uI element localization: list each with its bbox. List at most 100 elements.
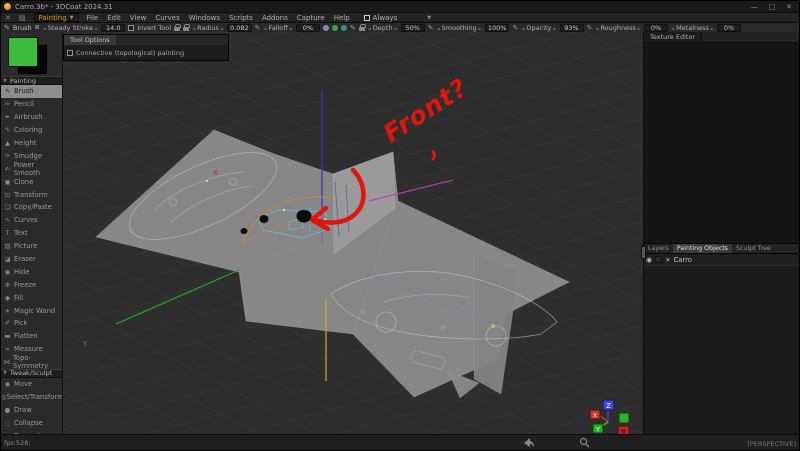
opacity-param[interactable]: Opacity bbox=[521, 24, 556, 32]
section-header-painting[interactable]: ▼Painting bbox=[1, 76, 62, 85]
tool-transform[interactable]: ⊡Transform bbox=[1, 188, 62, 201]
tab-painting-objects[interactable]: Painting Objects bbox=[673, 244, 732, 253]
back-arrow-icon[interactable] bbox=[523, 437, 535, 448]
viewport[interactable]: Tool Options Connective (topological) pa… bbox=[63, 32, 643, 434]
channel-color-icon[interactable] bbox=[332, 25, 338, 31]
collapse-caret-icon: ▼ bbox=[3, 370, 7, 376]
tab-sculpt-tree[interactable]: Sculpt Tree bbox=[732, 244, 775, 253]
metalness-param[interactable]: Metalness bbox=[671, 24, 714, 32]
pen-pressure-icon[interactable]: ✎ bbox=[428, 24, 434, 32]
object-row-carro[interactable]: ◉ ✕ Carro bbox=[644, 254, 799, 266]
tab-layers[interactable]: Layers bbox=[644, 244, 673, 253]
tool-eraser[interactable]: ◪Eraser bbox=[1, 253, 62, 266]
tool-collapse[interactable]: ◌Collapse bbox=[1, 416, 62, 429]
tool-brush[interactable]: ✎Brush bbox=[1, 85, 62, 98]
invert-tool-checkbox[interactable] bbox=[128, 25, 134, 31]
tool-power-smooth[interactable]: ✍Power Smooth bbox=[1, 162, 62, 175]
menu-item-curves[interactable]: Curves bbox=[155, 14, 179, 22]
collapse-icon: ◌ bbox=[1, 419, 14, 427]
tool-fill[interactable]: ◆Fill bbox=[1, 291, 62, 304]
tool-draw[interactable]: ●Draw bbox=[1, 403, 62, 416]
lock-closed-icon[interactable] bbox=[183, 27, 189, 31]
pen-pressure-icon[interactable]: ✎ bbox=[255, 24, 261, 32]
tool-flatten[interactable]: ▬Flatten bbox=[1, 330, 62, 343]
tool-curves[interactable]: ∿Curves bbox=[1, 214, 62, 227]
pen-pressure-icon[interactable]: ✎ bbox=[350, 24, 356, 32]
object-name: Carro bbox=[674, 256, 692, 264]
document-icon[interactable]: ▤ bbox=[19, 14, 26, 22]
opacity-value[interactable]: 93% bbox=[560, 24, 584, 32]
lock-open-icon[interactable] bbox=[174, 27, 180, 31]
close-button[interactable]: ✕ bbox=[786, 3, 792, 11]
tool-clone[interactable]: ▣Clone bbox=[1, 175, 62, 188]
panel-splitter-handle[interactable] bbox=[641, 246, 646, 259]
x-icon[interactable]: ✕ bbox=[665, 256, 670, 264]
menu-item-file[interactable]: File bbox=[87, 14, 99, 22]
tool-text[interactable]: TText bbox=[1, 227, 62, 240]
room-select-label: Painting bbox=[39, 14, 67, 22]
menu-item-addons[interactable]: Addons bbox=[262, 14, 288, 22]
room-select[interactable]: Painting ▼ bbox=[34, 13, 79, 22]
menu-item-scripts[interactable]: Scripts bbox=[229, 14, 253, 22]
steady-stroke-icon[interactable]: ⊠ bbox=[35, 24, 40, 31]
axis-y-label: Y bbox=[82, 340, 88, 348]
tool-topo-symmetry[interactable]: ⋈Topo-Symmetry bbox=[1, 356, 62, 369]
tool-airbrush[interactable]: ✒Airbrush bbox=[1, 111, 62, 124]
section-header-tweak-sculpt[interactable]: ▼Tweak/Sculpt bbox=[1, 369, 62, 378]
menu-item-capture[interactable]: Capture bbox=[297, 14, 325, 22]
visibility-eye-icon[interactable]: ◉ bbox=[646, 256, 652, 264]
menu-item-help[interactable]: Help bbox=[334, 14, 350, 22]
steady-stroke-value[interactable]: 14.0 bbox=[101, 24, 125, 32]
chevron-down-icon[interactable]: ▼ bbox=[427, 15, 431, 21]
steady-stroke-param[interactable]: Steady Stroke bbox=[43, 24, 99, 32]
tool-freeze[interactable]: ❄Freeze bbox=[1, 278, 62, 291]
falloff-value[interactable]: 0% bbox=[296, 24, 320, 32]
depth-param[interactable]: Depth bbox=[368, 24, 398, 32]
maximize-button[interactable]: □ bbox=[769, 3, 776, 11]
window-title: Carro.3b* - 3DCoat 2024.31 bbox=[15, 3, 113, 11]
smoothing-param[interactable]: Smoothing bbox=[437, 24, 482, 32]
menu-item-view[interactable]: View bbox=[130, 14, 147, 22]
smoothing-value[interactable]: 100% bbox=[485, 24, 510, 32]
tool-pick[interactable]: ✐Pick bbox=[1, 317, 62, 330]
magnifier-icon[interactable] bbox=[579, 437, 590, 448]
connective-painting-checkbox[interactable] bbox=[67, 50, 73, 56]
pen-pressure-icon[interactable]: ✎ bbox=[587, 24, 593, 32]
always-checkbox[interactable] bbox=[364, 15, 370, 21]
falloff-param[interactable]: Falloff bbox=[263, 24, 292, 32]
depth-value[interactable]: 50% bbox=[401, 24, 425, 32]
radius-value[interactable]: 0.082 bbox=[227, 24, 252, 32]
menu-item-windows[interactable]: Windows bbox=[189, 14, 220, 22]
tool-copy-paste[interactable]: ❏Copy/Paste bbox=[1, 201, 62, 214]
magic-wand-icon: ✶ bbox=[1, 307, 14, 315]
radius-param[interactable]: Radius bbox=[192, 24, 224, 32]
metalness-value[interactable]: 0% bbox=[717, 24, 741, 32]
always-toggle[interactable]: Always bbox=[364, 14, 398, 22]
tool-height[interactable]: ▲Height bbox=[1, 137, 62, 150]
tool-coloring[interactable]: ✎Coloring bbox=[1, 124, 62, 137]
opacity-box-icon[interactable] bbox=[655, 256, 662, 263]
texture-editor-tab[interactable]: Texture Editor bbox=[644, 32, 702, 42]
tool-hide[interactable]: ◉Hide bbox=[1, 265, 62, 278]
roughness-value[interactable]: 0% bbox=[644, 24, 668, 32]
primary-color-swatch[interactable] bbox=[8, 37, 38, 67]
statusbar: fps:528; [PERSPECTIVE] bbox=[1, 434, 799, 450]
tool-move[interactable]: ◉Move bbox=[1, 378, 62, 391]
tool-picture[interactable]: ▤Picture bbox=[1, 240, 62, 253]
channel-depth-icon[interactable] bbox=[323, 25, 329, 31]
texture-editor-body[interactable] bbox=[644, 43, 799, 243]
tool-options-tab[interactable]: Tool Options bbox=[64, 35, 116, 45]
roughness-param[interactable]: Roughness bbox=[595, 24, 641, 32]
channel-gloss-icon[interactable] bbox=[341, 25, 347, 31]
pen-pressure-icon[interactable]: ✎ bbox=[512, 24, 518, 32]
lock-depth-icon[interactable] bbox=[359, 27, 365, 31]
tool-select-transform[interactable]: ◎Select/Transform bbox=[1, 390, 62, 403]
minimize-button[interactable]: — bbox=[751, 3, 758, 11]
gizmo-green-button[interactable] bbox=[619, 413, 629, 423]
tool-pencil[interactable]: ✏Pencil bbox=[1, 98, 62, 111]
tool-label: Pencil bbox=[14, 100, 34, 108]
menu-item-edit[interactable]: Edit bbox=[107, 14, 121, 22]
tool-magic-wand[interactable]: ✶Magic Wand bbox=[1, 304, 62, 317]
viewport-canvas[interactable]: X Y bbox=[63, 32, 643, 434]
close-room-icon[interactable]: ✕ bbox=[5, 14, 11, 22]
